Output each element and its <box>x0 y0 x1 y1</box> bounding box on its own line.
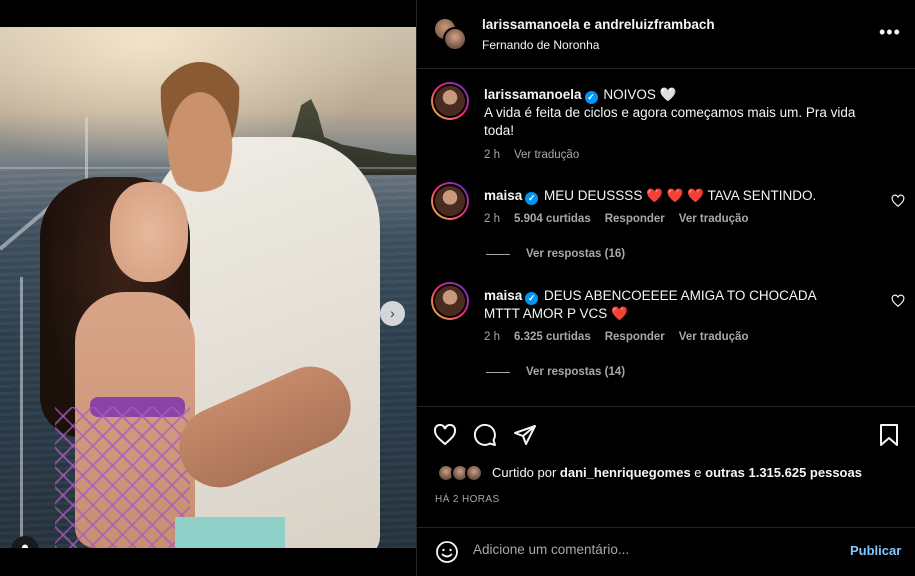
comment-time[interactable]: 2 h <box>484 331 500 343</box>
divider <box>486 253 510 255</box>
save-button[interactable] <box>878 423 900 447</box>
comment: maisa ✓ MEU DEUSSSS ❤️ ❤️ ❤️ TAVA SENTIND… <box>484 187 874 205</box>
liked-by: Curtido por dani_henriquegomes e outras … <box>492 465 862 480</box>
bookmark-icon <box>880 424 898 446</box>
like-comment-heart-icon[interactable] <box>891 194 905 208</box>
post-photo[interactable]: › <box>0 27 416 548</box>
comment: maisa ✓ DEUS ABENCOEEEE AMIGA TO CHOCADA … <box>484 287 854 323</box>
comment-meta: 2 h 6.325 curtidas Responder Ver traduçã… <box>484 331 748 343</box>
comment-username[interactable]: maisa <box>484 188 522 203</box>
avatar <box>433 84 467 118</box>
comment-input[interactable] <box>473 542 773 557</box>
view-replies-label: Ver respostas (16) <box>526 248 626 260</box>
comment-avatar[interactable] <box>431 182 469 220</box>
man-head <box>150 62 250 192</box>
translate-link[interactable]: Ver tradução <box>679 331 749 343</box>
view-replies-button[interactable]: Ver respostas (16) <box>486 248 625 260</box>
reply-button[interactable]: Responder <box>605 213 665 225</box>
comment-time[interactable]: 2 h <box>484 213 500 225</box>
verified-badge-icon: ✓ <box>584 91 598 104</box>
location-link[interactable]: Fernando de Noronha <box>482 38 599 52</box>
comment-likes[interactable]: 6.325 curtidas <box>514 331 591 343</box>
caption-time[interactable]: 2 h <box>484 149 500 161</box>
comment-username[interactable]: maisa <box>484 288 522 303</box>
comment-avatar[interactable] <box>431 282 469 320</box>
verified-badge-icon: ✓ <box>525 192 539 205</box>
liked-by-avatars[interactable] <box>437 464 489 482</box>
user-tag-icon <box>22 544 28 548</box>
action-icons <box>433 423 537 447</box>
comment-bubble-icon[interactable] <box>473 423 497 447</box>
view-replies-button[interactable]: Ver respostas (14) <box>486 366 625 378</box>
share-send-icon[interactable] <box>513 423 537 447</box>
liked-by-user[interactable]: dani_henriquegomes <box>560 465 691 480</box>
heart-emojis: ❤️ ❤️ ❤️ <box>646 188 705 203</box>
header-usernames[interactable]: larissamanoela e andreluizframbach <box>482 17 715 32</box>
divider <box>486 371 510 373</box>
liked-by-conjunction: e <box>690 465 706 480</box>
comment-meta: 2 h 5.904 curtidas Responder Ver traduçã… <box>484 213 748 225</box>
post-details-panel: larissamanoela e andreluizframbach Ferna… <box>416 0 915 576</box>
liked-by-others[interactable]: outras 1.315.625 pessoas <box>705 465 862 480</box>
avatar <box>433 284 467 318</box>
caption-meta: 2 h Ver tradução <box>484 149 579 161</box>
collab-avatars[interactable] <box>433 17 467 51</box>
verified-badge-icon: ✓ <box>525 292 539 305</box>
caption: larissamanoela ✓ NOIVOS 🤍 A vida é feita … <box>484 86 884 140</box>
caption-avatar[interactable] <box>431 82 469 120</box>
reply-button[interactable]: Responder <box>605 331 665 343</box>
publish-button[interactable]: Publicar <box>850 543 901 558</box>
comment-likes[interactable]: 5.904 curtidas <box>514 213 591 225</box>
caption-title: NOIVOS 🤍 <box>603 87 677 102</box>
post-header: larissamanoela e andreluizframbach Ferna… <box>417 0 915 69</box>
avatar <box>443 27 467 51</box>
woman-net-dress <box>55 407 190 548</box>
emoji-icon[interactable] <box>435 540 459 564</box>
caption-text: A vida é feita de ciclos e agora começam… <box>484 105 856 138</box>
comment-text-end: TAVA SENTINDO. <box>704 188 817 203</box>
heart-emojis: ❤️ <box>611 306 628 321</box>
chevron-right-icon: › <box>390 305 395 321</box>
post-time[interactable]: HÁ 2 HORAS <box>435 494 500 505</box>
liked-by-prefix: Curtido por <box>492 465 560 480</box>
like-comment-heart-icon[interactable] <box>891 294 905 308</box>
translate-link[interactable]: Ver tradução <box>679 213 749 225</box>
avatar <box>465 464 483 482</box>
boat-rail-post <box>20 277 23 548</box>
add-comment-bar: Publicar <box>417 527 915 576</box>
more-options-button[interactable]: ••• <box>879 22 901 43</box>
avatar <box>433 184 467 218</box>
caption-translate[interactable]: Ver tradução <box>514 149 579 161</box>
caption-username[interactable]: larissamanoela <box>484 87 582 102</box>
next-slide-button[interactable]: › <box>380 301 405 326</box>
woman-face <box>110 182 188 282</box>
man-shorts <box>175 517 285 548</box>
comment-text: MEU DEUSSSS <box>544 188 647 203</box>
like-heart-icon[interactable] <box>433 423 457 447</box>
view-replies-label: Ver respostas (14) <box>526 366 626 378</box>
